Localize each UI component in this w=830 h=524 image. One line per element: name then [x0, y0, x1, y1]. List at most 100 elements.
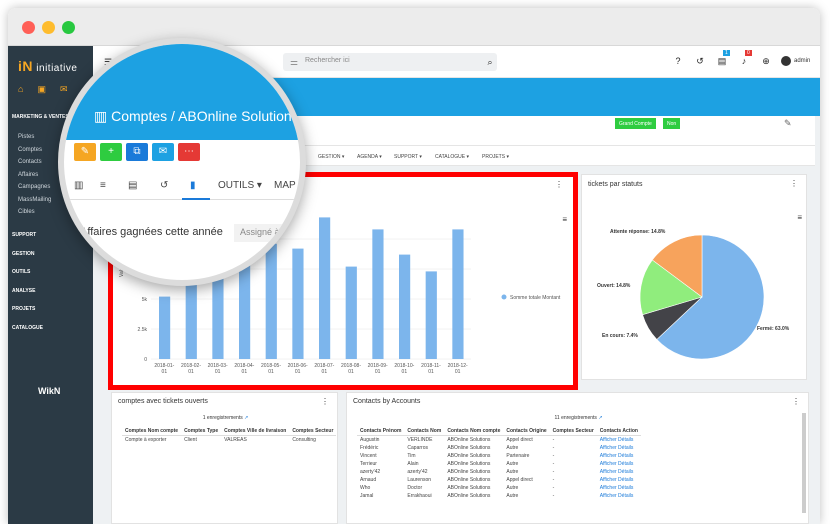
column-header[interactable]: Contacts Nom: [404, 427, 445, 436]
list-view-icon[interactable]: ≡: [100, 180, 106, 191]
email-button[interactable]: ✉: [152, 143, 174, 161]
wrench-icon[interactable]: ✎: [784, 118, 792, 129]
table-row[interactable]: Jamal Errakhaoui ABOnline Solutions Autre - A…: [357, 492, 641, 500]
panel-options-icon[interactable]: ⋮: [792, 397, 800, 406]
pie-slice-label: Fermé: 63.0%: [757, 326, 790, 332]
bell-icon[interactable]: ♪: [739, 56, 749, 66]
avatar[interactable]: [781, 56, 791, 66]
table-cell: Alain: [407, 461, 419, 467]
column-header[interactable]: Contacts Prénom: [357, 427, 405, 436]
menu-item[interactable]: AGENDA ▾: [357, 154, 382, 160]
sidebar-section[interactable]: OUTILS: [12, 269, 30, 275]
menu-item[interactable]: CATALOGUE ▾: [435, 154, 469, 160]
dashboard-tab-icon[interactable]: ▮: [190, 180, 196, 191]
user-menu[interactable]: admin: [794, 58, 810, 64]
sidebar-item[interactable]: Affaires: [18, 172, 38, 178]
column-header[interactable]: Comptes Ville de livraison: [221, 427, 290, 436]
contacts-scrollbar[interactable]: [802, 413, 806, 513]
calendar-icon[interactable]: ▣: [37, 84, 46, 95]
table-cell: Terrieur: [360, 461, 377, 467]
add-icon[interactable]: ⊕: [761, 56, 771, 66]
pie-slice-label: Attente réponse: 14.8%: [610, 229, 666, 235]
bar: [399, 254, 411, 359]
edit-button[interactable]: ✎: [74, 143, 96, 161]
history-tab-icon[interactable]: ↺: [160, 180, 168, 191]
show-details-link[interactable]: Afficher Détails: [597, 484, 641, 492]
breadcrumb-record: ABOnline Solutions: [178, 108, 299, 124]
table-cell: Autre: [506, 485, 519, 491]
comments-icon[interactable]: ▤: [128, 180, 137, 191]
search-icon[interactable]: ⌕: [485, 57, 495, 67]
table-row[interactable]: Vincent Tim ABOnline Solutions Partenaire - A…: [357, 452, 641, 460]
show-details-link[interactable]: Afficher Détails: [597, 476, 641, 484]
x-tick-label: 01: [268, 369, 274, 375]
legend-label: Somme totale Montant: [510, 295, 561, 301]
home-icon[interactable]: ⌂: [18, 84, 23, 95]
external-link-icon[interactable]: ↗: [244, 415, 248, 421]
column-header[interactable]: Comptes Type: [181, 427, 222, 436]
sidebar-section[interactable]: PROJETS: [12, 306, 35, 312]
table-row[interactable]: Augustin VERLINDE ABOnline Solutions Appel …: [357, 436, 641, 445]
sidebar-section-marketing[interactable]: MARKETING & VENTES: [12, 114, 69, 120]
x-tick-label: 01: [375, 369, 381, 375]
x-tick-label: 01: [295, 369, 301, 375]
column-header[interactable]: Comptes Secteur: [289, 427, 337, 436]
table-cell: ABOnline Solutions: [447, 445, 491, 451]
sidebar-section[interactable]: GESTION: [12, 251, 35, 257]
column-header[interactable]: Contacts Action: [596, 427, 641, 436]
x-tick-label: 01: [322, 369, 328, 375]
table-row[interactable]: azerty'42 azerty'42 ABOnline Solutions Autr…: [357, 468, 641, 476]
minimize-window-button[interactable]: [42, 21, 55, 34]
x-tick-label: 01: [162, 369, 168, 375]
add-button[interactable]: +: [100, 143, 122, 161]
table-row[interactable]: Who Doctor ABOnline Solutions Autre - Affiche…: [357, 484, 641, 492]
table-row[interactable]: Terrieur Alain ABOnline Solutions Autre - Aff…: [357, 460, 641, 468]
sidebar-item[interactable]: Comptes: [18, 147, 42, 153]
columns-view-icon[interactable]: ▥: [74, 180, 83, 191]
external-link-icon[interactable]: ↗: [598, 415, 602, 421]
column-header[interactable]: Contacts Nom compte: [444, 427, 504, 436]
sidebar-item[interactable]: Pistes: [18, 134, 34, 140]
menu-item[interactable]: PROJETS ▾: [482, 154, 509, 160]
show-details-link[interactable]: Afficher Détails: [597, 492, 641, 500]
breadcrumb-module[interactable]: Comptes: [111, 108, 167, 124]
panel-options-icon[interactable]: ⋮: [321, 397, 329, 406]
sidebar-item[interactable]: Contacts: [18, 159, 42, 165]
history-icon[interactable]: ↺: [695, 56, 705, 66]
grand-compte-value: Non: [663, 118, 681, 129]
tasks-icon[interactable]: ▤: [717, 56, 727, 66]
table-row[interactable]: Frédéric Caparros ABOnline Solutions Autre -…: [357, 444, 641, 452]
sidebar-section[interactable]: SUPPORT: [12, 232, 36, 238]
show-details-link[interactable]: Afficher Détails: [597, 452, 641, 460]
table-cell: Who: [360, 485, 371, 491]
sidebar-item[interactable]: MassMailing: [18, 197, 51, 203]
show-details-link[interactable]: Afficher Détails: [597, 444, 641, 452]
duplicate-button[interactable]: ⧉: [126, 143, 148, 161]
close-window-button[interactable]: [22, 21, 35, 34]
sidebar-section[interactable]: CATALOGUE: [12, 325, 43, 331]
column-header[interactable]: Contacts Origine: [503, 427, 550, 436]
active-tab-indicator: [182, 198, 210, 200]
help-icon[interactable]: ?: [673, 56, 683, 66]
x-tick-label: 01: [188, 369, 194, 375]
sidebar-section[interactable]: ANALYSE: [12, 288, 35, 294]
column-header[interactable]: Comptes Secteur: [549, 427, 597, 436]
table-row[interactable]: Compte à exporter Client VALREAS Consulting: [122, 436, 336, 445]
menu-item[interactable]: GESTION ▾: [318, 154, 344, 160]
maximize-window-button[interactable]: [62, 21, 75, 34]
menu-item[interactable]: SUPPORT ▾: [394, 154, 422, 160]
show-details-link[interactable]: Afficher Détails: [597, 468, 641, 476]
table-row[interactable]: Arnaud Laurenson ABOnline Solutions Appel d…: [357, 476, 641, 484]
tab-map[interactable]: MAP: [274, 180, 296, 191]
show-details-link[interactable]: Afficher Détails: [597, 460, 641, 468]
assign-input[interactable]: Assigné à: [234, 224, 300, 242]
search-input[interactable]: Rechercher ici: [283, 53, 497, 71]
contacts-panel: Contacts by Accounts ⋮ 11 enregistrement…: [346, 392, 809, 524]
tab-outils[interactable]: OUTILS ▾: [218, 180, 262, 191]
sidebar-item[interactable]: Cibles: [18, 209, 35, 215]
more-button[interactable]: ⋯: [178, 143, 200, 161]
sidebar-item[interactable]: Campagnes: [18, 184, 50, 190]
column-header[interactable]: Comptes Nom compte: [122, 427, 182, 436]
show-details-link[interactable]: Afficher Détails: [597, 436, 641, 445]
table-cell: Laurenson: [407, 477, 432, 483]
